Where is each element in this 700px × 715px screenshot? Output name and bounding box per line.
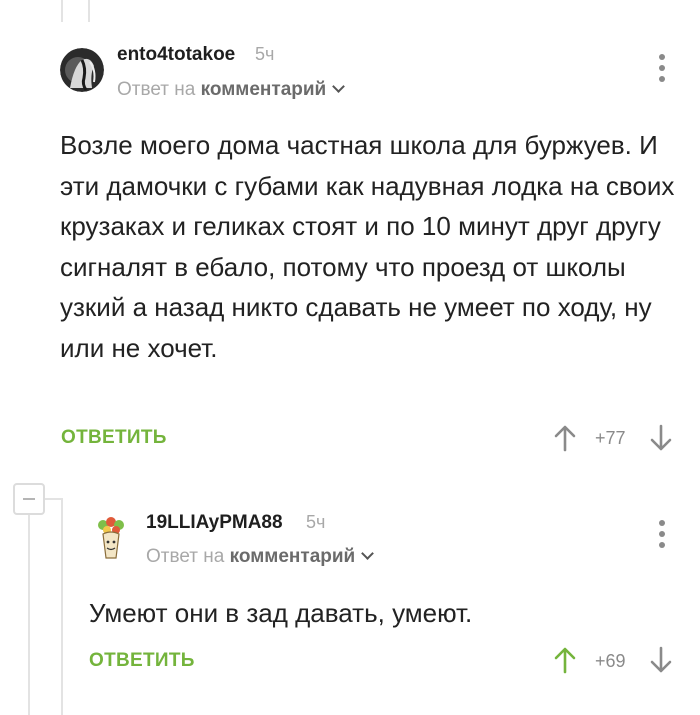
reply-to-link[interactable]: комментарий	[230, 546, 356, 567]
timestamp: 5ч	[306, 512, 326, 532]
score: +69	[595, 651, 626, 671]
reply-to-line: Ответ на комментарий	[146, 546, 375, 568]
comment-body: Умеют они в зад давать, умеют.	[89, 598, 473, 628]
user-avatar[interactable]	[89, 516, 133, 560]
chevron-down-icon[interactable]	[361, 547, 375, 560]
arrow-down-icon[interactable]	[650, 646, 672, 674]
arrow-up-icon[interactable]	[554, 646, 576, 674]
reply-to-prefix: Ответ на	[146, 546, 225, 567]
avatar-cartoon-plant-icon	[89, 516, 133, 560]
username[interactable]: 19LLIAyPMA88	[146, 512, 283, 534]
reply-button[interactable]: ОТВЕТИТЬ	[89, 650, 195, 672]
more-vertical-icon[interactable]	[652, 520, 672, 552]
comment-2: 19LLIAyPMA88 5ч Ответ на комментарий Уме…	[0, 0, 700, 715]
